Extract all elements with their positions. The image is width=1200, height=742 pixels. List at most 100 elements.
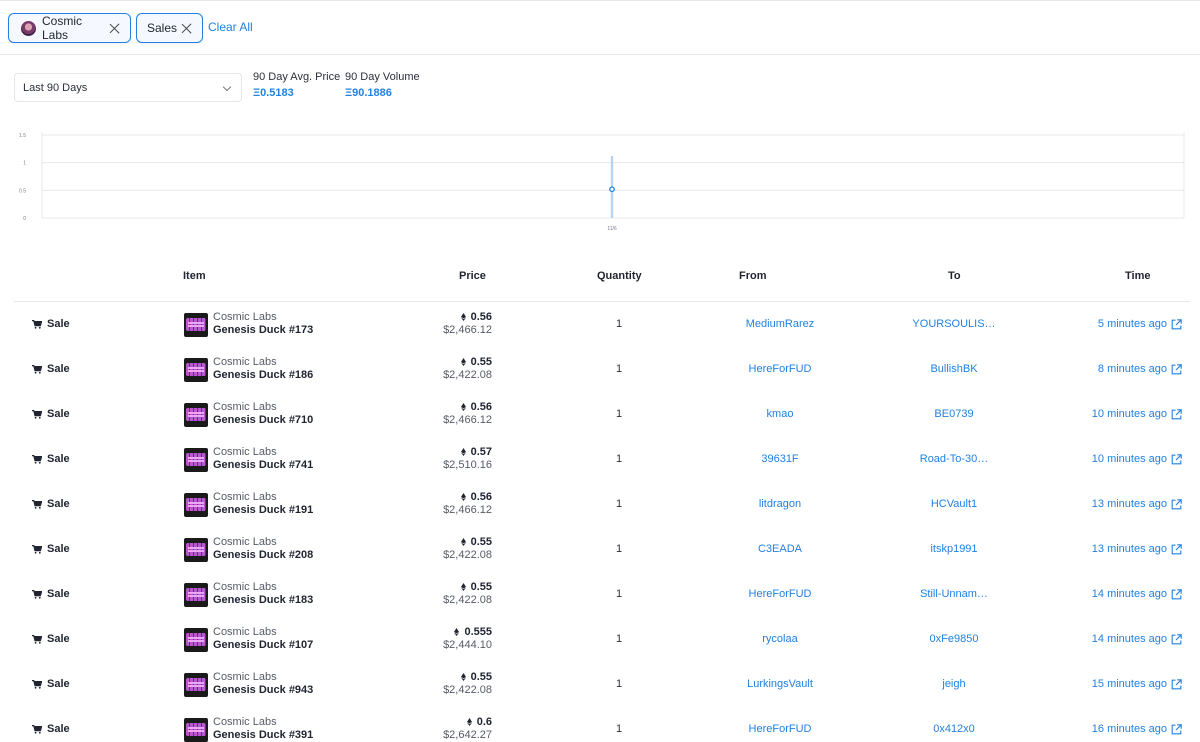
item-cell[interactable]: Cosmic Labs Genesis Duck #710 [213,401,313,427]
to-account-link[interactable]: itskp1991 [872,543,1036,555]
external-link-icon[interactable] [1171,498,1182,510]
table-row[interactable]: Sale Cosmic Labs Genesis Duck #391 0.6 $… [14,707,1190,742]
filter-chip-collection[interactable]: Cosmic Labs [8,13,131,43]
from-account-link[interactable]: rycolaa [698,633,862,645]
volume-stat: 90 Day Volume Ξ90.1886 [345,71,420,99]
to-account-link[interactable]: jeigh [872,678,1036,690]
collection-avatar [21,20,36,36]
external-link-icon[interactable] [1171,678,1182,690]
time-link[interactable]: 8 minutes ago [1098,363,1182,375]
nft-thumbnail[interactable] [184,718,208,742]
time-link[interactable]: 10 minutes ago [1092,453,1182,465]
item-cell[interactable]: Cosmic Labs Genesis Duck #183 [213,581,313,607]
table-row[interactable]: Sale Cosmic Labs Genesis Duck #943 0.55 … [14,662,1190,707]
to-account-link[interactable]: Road-To-30… [872,453,1036,465]
price-cell: 0.56 $2,466.12 [443,401,492,427]
external-link-icon[interactable] [1171,318,1182,330]
from-account-link[interactable]: HereForFUD [698,723,862,735]
external-link-icon[interactable] [1171,408,1182,420]
cart-icon [32,409,42,419]
time-link[interactable]: 13 minutes ago [1092,543,1182,555]
time-link[interactable]: 10 minutes ago [1092,408,1182,420]
event-type: Sale [32,543,70,555]
nft-thumbnail[interactable] [184,448,208,472]
item-cell[interactable]: Cosmic Labs Genesis Duck #186 [213,356,313,382]
table-row[interactable]: Sale Cosmic Labs Genesis Duck #710 0.56 … [14,392,1190,437]
nft-thumbnail[interactable] [184,403,208,427]
table-row[interactable]: Sale Cosmic Labs Genesis Duck #191 0.56 … [14,482,1190,527]
from-account-link[interactable]: 39631F [698,453,862,465]
x-tick-label: 11/6 [607,226,617,232]
nft-thumbnail[interactable] [184,538,208,562]
from-account-link[interactable]: LurkingsVault [698,678,862,690]
from-account-link[interactable]: kmao [698,408,862,420]
from-account-link[interactable]: MediumRarez [698,318,862,330]
header-time: Time [1125,270,1151,282]
from-account-link[interactable]: litdragon [698,498,862,510]
quantity: 1 [615,678,623,690]
eth-icon [460,402,466,411]
quantity: 1 [615,588,623,600]
nft-thumbnail[interactable] [184,358,208,382]
time-link[interactable]: 5 minutes ago [1098,318,1182,330]
external-link-icon[interactable] [1171,453,1182,465]
to-account-link[interactable]: 0x412x0 [872,723,1036,735]
table-row[interactable]: Sale Cosmic Labs Genesis Duck #173 0.56 … [14,302,1190,347]
period-select[interactable]: Last 90 Days [14,73,242,102]
item-cell[interactable]: Cosmic Labs Genesis Duck #107 [213,626,313,652]
to-account-link[interactable]: YOURSOULIS… [872,318,1036,330]
table-row[interactable]: Sale Cosmic Labs Genesis Duck #741 0.57 … [14,437,1190,482]
quantity: 1 [615,498,623,510]
time-link[interactable]: 16 minutes ago [1092,723,1182,735]
item-cell[interactable]: Cosmic Labs Genesis Duck #943 [213,671,313,697]
to-account-link[interactable]: 0xFe9850 [872,633,1036,645]
event-type: Sale [32,453,70,465]
nft-thumbnail[interactable] [184,583,208,607]
from-account-link[interactable]: C3EADA [698,543,862,555]
to-account-link[interactable]: HCVault1 [872,498,1036,510]
avg-price-label: 90 Day Avg. Price [253,71,341,83]
table-row[interactable]: Sale Cosmic Labs Genesis Duck #208 0.55 … [14,527,1190,572]
eth-icon [466,717,472,726]
table-row[interactable]: Sale Cosmic Labs Genesis Duck #186 0.55 … [14,347,1190,392]
from-account-link[interactable]: HereForFUD [698,363,862,375]
nft-thumbnail[interactable] [184,313,208,337]
from-account-link[interactable]: HereForFUD [698,588,862,600]
to-account-link[interactable]: BE0739 [872,408,1036,420]
time-link[interactable]: 15 minutes ago [1092,678,1182,690]
filter-chip-label: Sales [147,21,178,35]
cart-icon [32,364,42,374]
item-cell[interactable]: Cosmic Labs Genesis Duck #208 [213,536,313,562]
close-icon[interactable] [109,23,120,34]
item-cell[interactable]: Cosmic Labs Genesis Duck #191 [213,491,313,517]
item-cell[interactable]: Cosmic Labs Genesis Duck #741 [213,446,313,472]
time-link[interactable]: 14 minutes ago [1092,588,1182,600]
time-link[interactable]: 13 minutes ago [1092,498,1182,510]
collection-name: Cosmic Labs [213,491,277,503]
table-row[interactable]: Sale Cosmic Labs Genesis Duck #107 0.555… [14,617,1190,662]
to-account-link[interactable]: BullishBK [872,363,1036,375]
item-cell[interactable]: Cosmic Labs Genesis Duck #391 [213,716,313,742]
nft-thumbnail[interactable] [184,493,208,517]
external-link-icon[interactable] [1171,633,1182,645]
external-link-icon[interactable] [1171,363,1182,375]
to-account-link[interactable]: Still-Unnam… [872,588,1036,600]
collection-name: Cosmic Labs [213,356,277,368]
time-label: 10 minutes ago [1091,453,1167,465]
external-link-icon[interactable] [1171,543,1182,555]
nft-thumbnail[interactable] [184,628,208,652]
external-link-icon[interactable] [1171,723,1182,735]
header-from: From [739,270,767,282]
item-name: Genesis Duck #208 [213,549,314,561]
cart-icon [32,679,42,689]
time-link[interactable]: 14 minutes ago [1092,633,1182,645]
event-label: Sale [47,453,70,465]
nft-thumbnail[interactable] [184,673,208,697]
clear-all-link[interactable]: Clear All [208,20,253,34]
table-row[interactable]: Sale Cosmic Labs Genesis Duck #183 0.55 … [14,572,1190,617]
price-eth: 0.555 [464,626,492,638]
filter-chip-event-type[interactable]: Sales [136,13,203,43]
external-link-icon[interactable] [1171,588,1182,600]
close-icon[interactable] [181,23,192,34]
item-cell[interactable]: Cosmic Labs Genesis Duck #173 [213,311,313,337]
